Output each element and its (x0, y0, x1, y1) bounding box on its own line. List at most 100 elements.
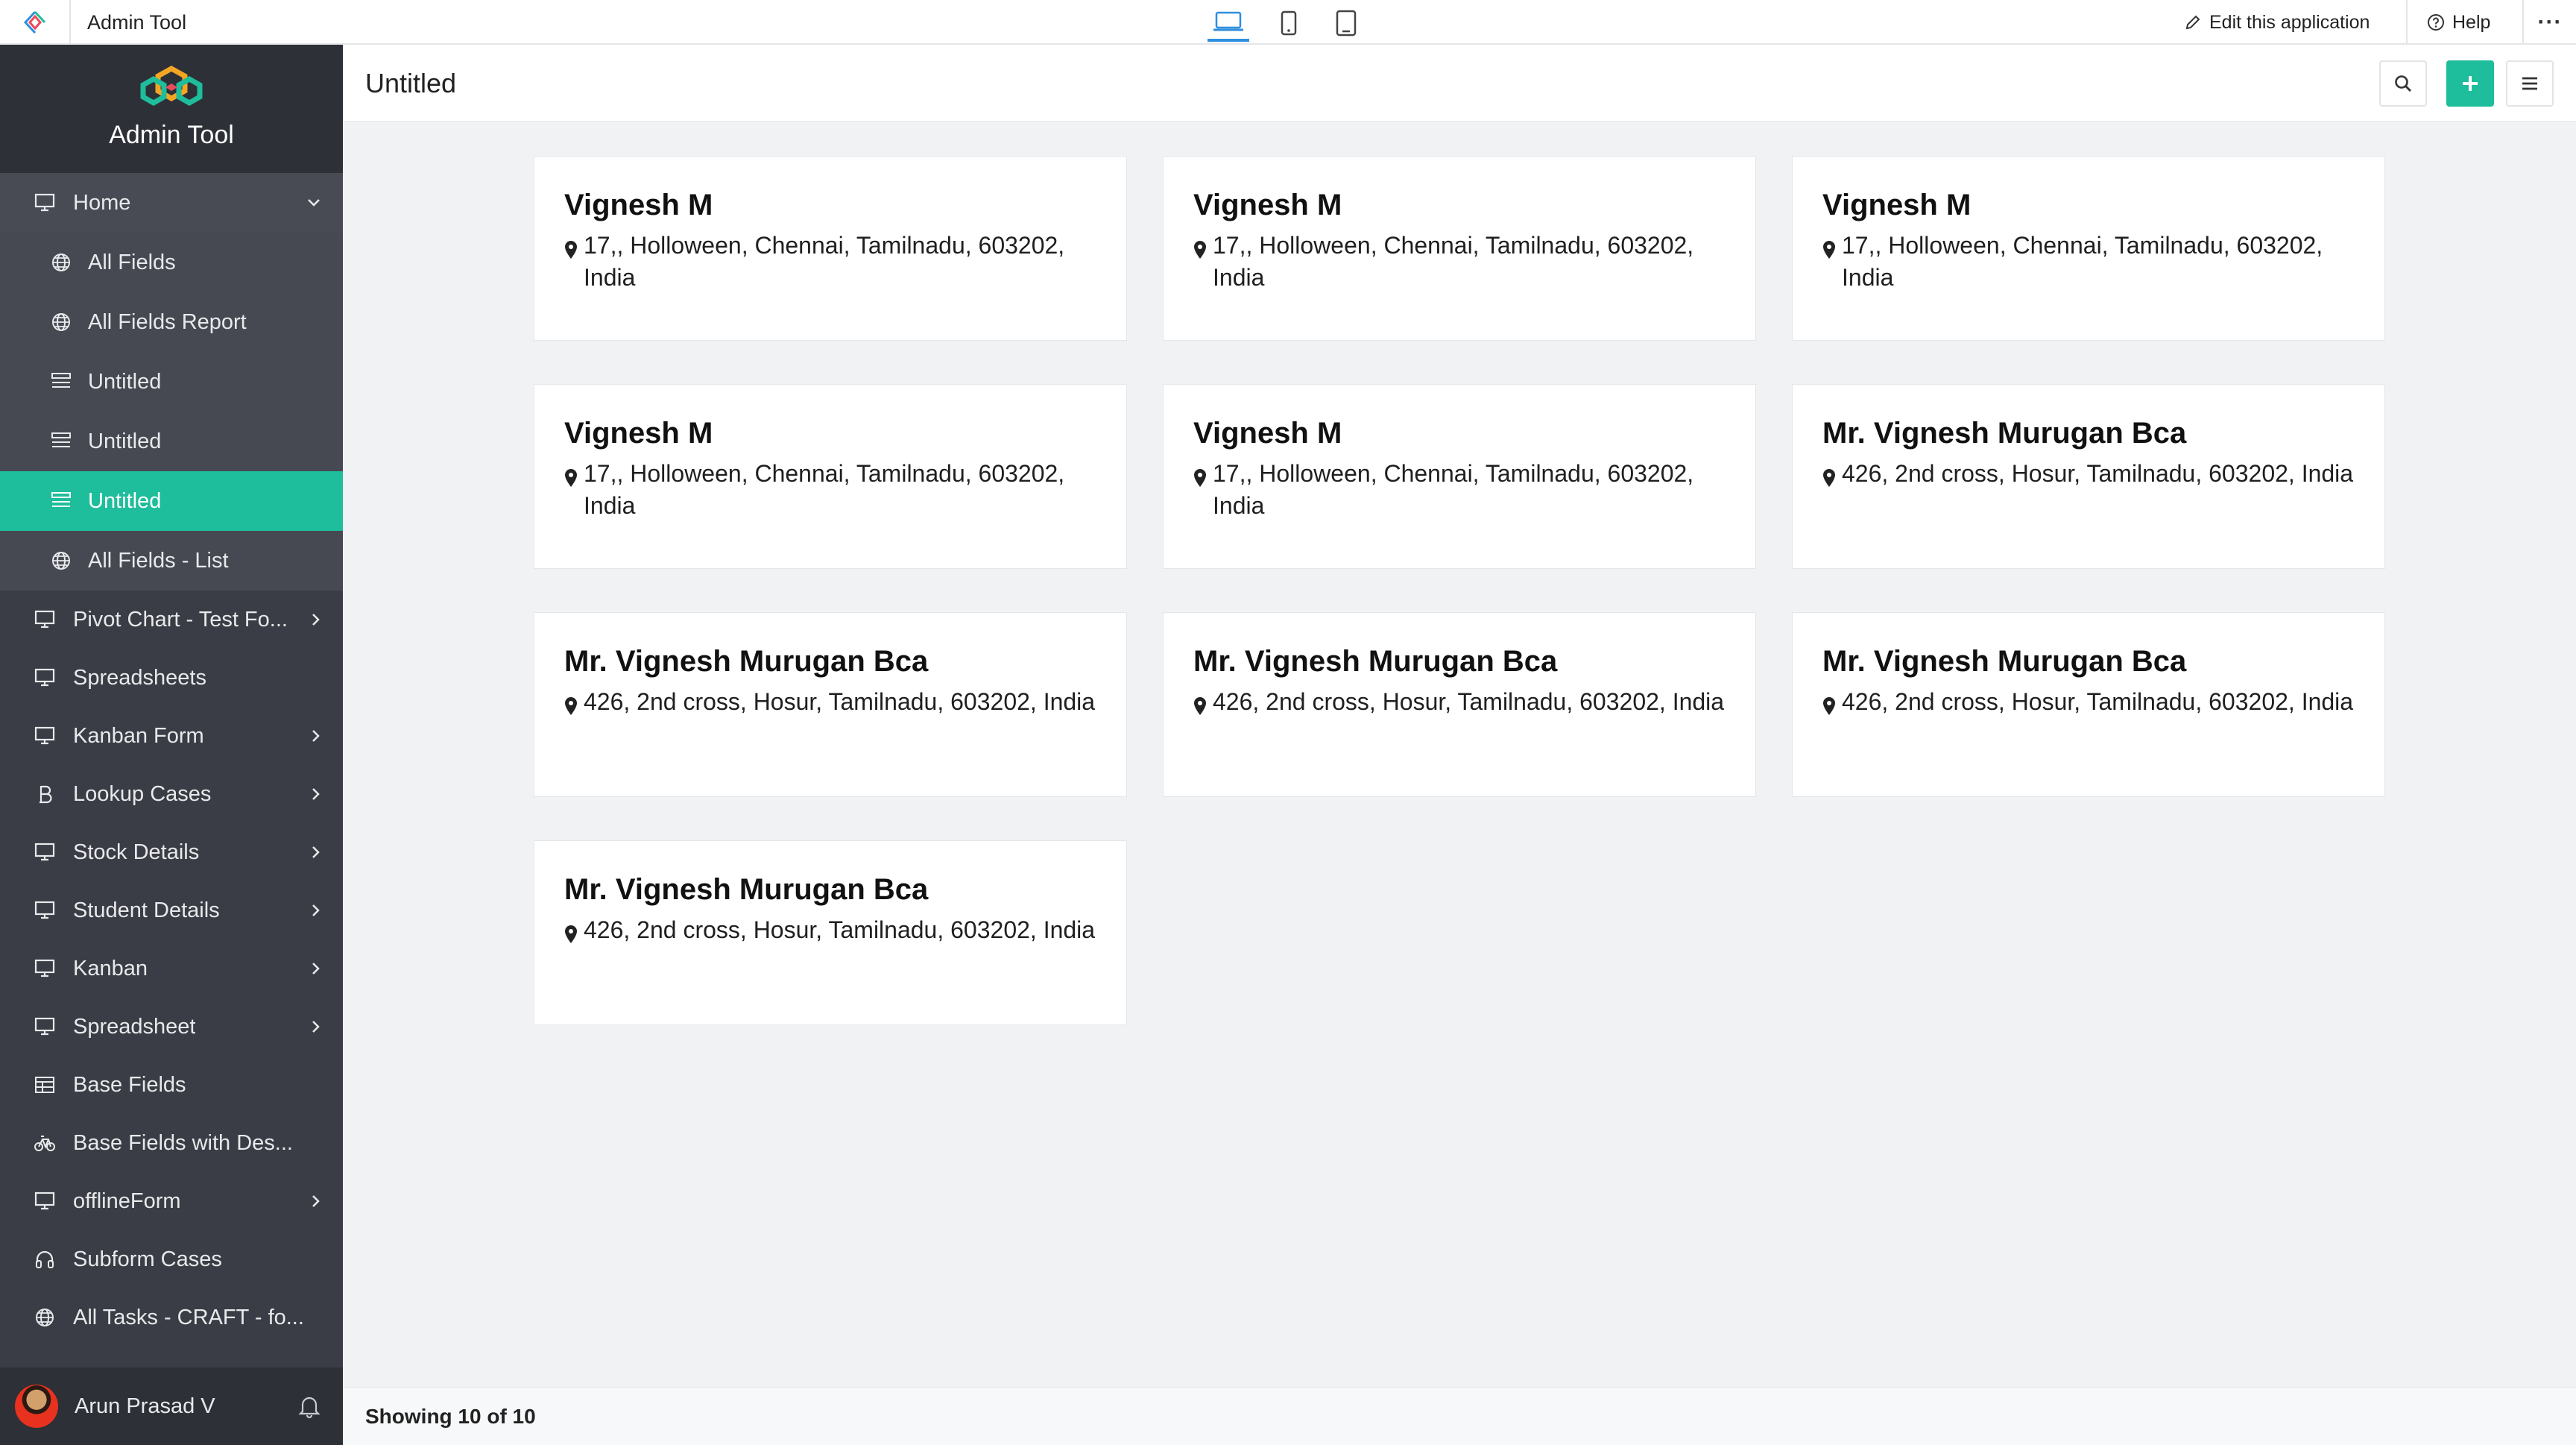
card-address-text: 17,, Holloween, Chennai, Tamilnadu, 6032… (584, 460, 1065, 519)
sidebar-user-bar: Arun Prasad V (0, 1367, 343, 1445)
sidebar-item-kanban[interactable]: Kanban (0, 939, 343, 998)
record-card[interactable]: Mr. Vignesh Murugan Bca 426, 2nd cross, … (1792, 384, 2385, 569)
record-card[interactable]: Mr. Vignesh Murugan Bca 426, 2nd cross, … (1792, 612, 2385, 797)
card-address-text: 426, 2nd cross, Hosur, Tamilnadu, 603202… (584, 688, 1096, 715)
sidebar-item-student-details[interactable]: Student Details (0, 881, 343, 939)
globe-icon (48, 249, 75, 276)
monitor-icon (31, 955, 58, 982)
sidebar-subitem-label: All Fields (88, 250, 176, 274)
map-marker-icon (564, 914, 584, 952)
card-name: Vignesh M (1193, 417, 1342, 450)
record-card[interactable]: Vignesh M 17,, Holloween, Chennai, Tamil… (1163, 156, 1756, 341)
bitcoin-icon (31, 781, 58, 808)
card-address-text: 426, 2nd cross, Hosur, Tamilnadu, 603202… (1842, 688, 2354, 715)
globe-icon (48, 547, 75, 574)
avatar[interactable] (15, 1385, 58, 1428)
globe-icon (31, 1304, 58, 1331)
sidebar-item-all-tasks-craft[interactable]: All Tasks - CRAFT - fo... (0, 1288, 343, 1347)
list-icon (48, 368, 75, 395)
card-address: 17,, Holloween, Chennai, Tamilnadu, 6032… (564, 458, 1096, 522)
card-name: Mr. Vignesh Murugan Bca (564, 873, 929, 906)
record-card[interactable]: Vignesh M 17,, Holloween, Chennai, Tamil… (1163, 384, 1756, 569)
record-card[interactable]: Vignesh M 17,, Holloween, Chennai, Tamil… (534, 384, 1127, 569)
card-name: Vignesh M (1822, 189, 1972, 221)
card-address-text: 426, 2nd cross, Hosur, Tamilnadu, 603202… (1213, 688, 1725, 715)
sidebar-brand: Admin Tool (0, 45, 343, 173)
sidebar-item-stock-details[interactable]: Stock Details (0, 823, 343, 881)
sidebar-item-subform-cases[interactable]: Subform Cases (0, 1230, 343, 1288)
record-card[interactable]: Vignesh M 17,, Holloween, Chennai, Tamil… (534, 156, 1127, 341)
sidebar-subitem-untitled-1[interactable]: Untitled (0, 352, 343, 412)
monitor-icon (31, 897, 58, 924)
chevron-right-icon (312, 614, 320, 626)
main-content: Untitled Vignesh M 17,, Holloween, Chenn… (343, 45, 2576, 1445)
sidebar-item-pivot-chart[interactable]: Pivot Chart - Test Fo... (0, 591, 343, 649)
sidebar-item-kanban-form[interactable]: Kanban Form (0, 707, 343, 765)
user-name[interactable]: Arun Prasad V (75, 1394, 215, 1419)
chevron-right-icon (312, 1021, 320, 1033)
card-address-text: 426, 2nd cross, Hosur, Tamilnadu, 603202… (1842, 460, 2354, 487)
help-label: Help (2452, 11, 2491, 33)
map-marker-icon (1193, 230, 1213, 294)
globe-icon (48, 309, 75, 336)
hamburger-icon (2522, 77, 2537, 90)
record-card[interactable]: Mr. Vignesh Murugan Bca 426, 2nd cross, … (534, 840, 1127, 1025)
sidebar-item-spreadsheets[interactable]: Spreadsheets (0, 649, 343, 707)
sidebar-item-spreadsheet[interactable]: Spreadsheet (0, 998, 343, 1056)
card-name: Vignesh M (564, 417, 713, 450)
laptop-icon (1213, 11, 1243, 31)
card-name: Vignesh M (1193, 189, 1342, 221)
sidebar-item-base-fields[interactable]: Base Fields (0, 1056, 343, 1114)
sidebar-item-label: offlineForm (73, 1189, 181, 1213)
device-tablet-button[interactable] (1325, 4, 1367, 42)
sidebar-item-lookup-cases[interactable]: Lookup Cases (0, 765, 343, 823)
device-phone-button[interactable] (1268, 4, 1310, 42)
sidebar: Admin Tool Home All Fields All Fields Re… (0, 45, 343, 1445)
help-icon (2428, 14, 2444, 31)
app-switcher-button[interactable] (0, 0, 71, 45)
chevron-right-icon (312, 730, 320, 742)
chevron-down-icon (308, 199, 320, 207)
record-card[interactable]: Vignesh M 17,, Holloween, Chennai, Tamil… (1792, 156, 2385, 341)
bell-icon[interactable] (298, 1394, 321, 1418)
add-record-button[interactable] (2446, 60, 2494, 107)
card-name: Mr. Vignesh Murugan Bca (564, 645, 929, 678)
more-options-button[interactable]: ··· (2524, 0, 2576, 45)
sidebar-item-label: Subform Cases (73, 1247, 222, 1271)
sidebar-subitem-label: Untitled (88, 488, 162, 513)
sidebar-item-offlineform[interactable]: offlineForm (0, 1172, 343, 1230)
sidebar-item-label: Kanban (73, 956, 148, 980)
record-card[interactable]: Mr. Vignesh Murugan Bca 426, 2nd cross, … (1163, 612, 1756, 797)
card-address: 17,, Holloween, Chennai, Tamilnadu, 6032… (564, 230, 1096, 294)
record-card[interactable]: Mr. Vignesh Murugan Bca 426, 2nd cross, … (534, 612, 1127, 797)
search-button[interactable] (2379, 60, 2427, 107)
tablet-icon (1336, 10, 1357, 37)
card-address-text: 426, 2nd cross, Hosur, Tamilnadu, 603202… (584, 916, 1096, 943)
map-marker-icon (564, 686, 584, 724)
sidebar-subitem-untitled-2[interactable]: Untitled (0, 412, 343, 471)
sidebar-item-label: Home (73, 190, 131, 215)
card-name: Vignesh M (564, 189, 713, 221)
card-name: Mr. Vignesh Murugan Bca (1822, 417, 2187, 450)
sidebar-subitem-untitled-3[interactable]: Untitled (0, 471, 343, 531)
sidebar-brand-name: Admin Tool (109, 121, 234, 149)
map-marker-icon (1822, 230, 1842, 294)
card-address-text: 17,, Holloween, Chennai, Tamilnadu, 6032… (1213, 460, 1694, 519)
page-footer: Showing 10 of 10 (343, 1387, 2576, 1445)
monitor-icon (31, 664, 58, 691)
edit-application-button[interactable]: Edit this application (2184, 0, 2370, 45)
map-marker-icon (564, 230, 584, 294)
sidebar-item-base-fields-with-desc[interactable]: Base Fields with Des... (0, 1114, 343, 1172)
headphones-icon (31, 1246, 58, 1273)
device-laptop-button[interactable] (1208, 4, 1249, 42)
card-address: 426, 2nd cross, Hosur, Tamilnadu, 603202… (564, 686, 1096, 724)
sidebar-subitem-all-fields[interactable]: All Fields (0, 233, 343, 292)
card-address-text: 17,, Holloween, Chennai, Tamilnadu, 6032… (1842, 232, 2323, 291)
sidebar-subitem-all-fields-list[interactable]: All Fields - List (0, 531, 343, 591)
sidebar-subitem-all-fields-report[interactable]: All Fields Report (0, 292, 343, 352)
help-button[interactable]: Help (2427, 0, 2490, 45)
sidebar-subitem-label: All Fields Report (88, 309, 247, 334)
sidebar-item-home[interactable]: Home (0, 173, 343, 233)
menu-button[interactable] (2506, 60, 2554, 107)
sidebar-item-label: Base Fields (73, 1072, 186, 1097)
